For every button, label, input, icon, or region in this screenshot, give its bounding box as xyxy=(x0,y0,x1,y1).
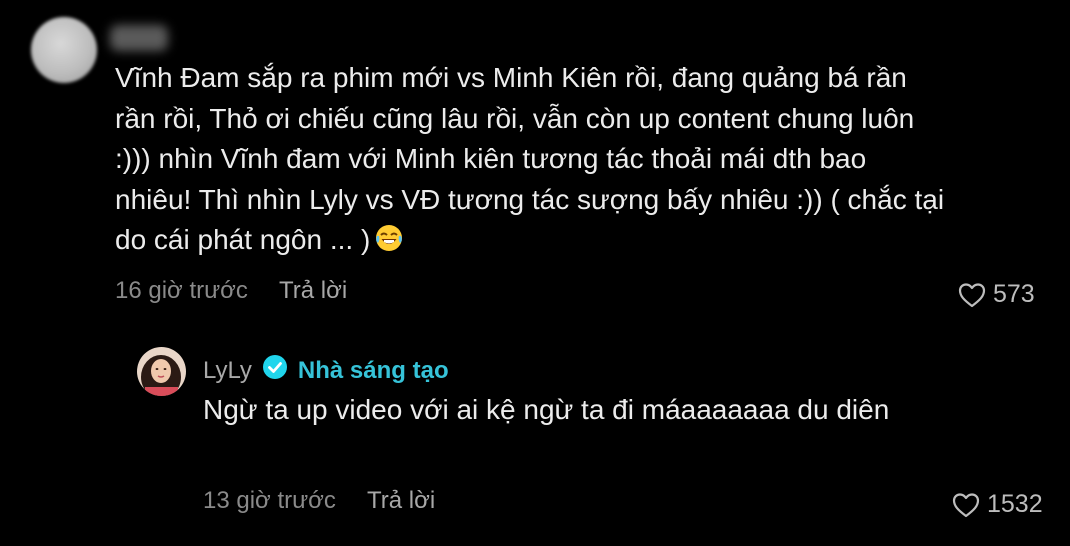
reply-timestamp: 13 giờ trước xyxy=(203,487,336,514)
heart-icon xyxy=(958,282,986,308)
reply-author-avatar[interactable] xyxy=(137,347,186,396)
comment-timestamp: 16 giờ trước xyxy=(115,277,248,304)
comment-like-button[interactable]: 573 xyxy=(958,280,1035,309)
heart-icon xyxy=(952,492,980,518)
comment-reply-button[interactable]: Trả lời xyxy=(279,277,347,305)
tears-of-joy-emoji-icon xyxy=(374,223,404,265)
comment-text: Vĩnh Đam sắp ra phim mới vs Minh Kiên rồ… xyxy=(115,62,945,255)
comment-like-count: 573 xyxy=(993,280,1035,308)
reply-like-count: 1532 xyxy=(987,490,1043,518)
reply-body: Ngừ ta up video với ai kệ ngừ ta đi máaa… xyxy=(203,394,890,425)
reply-author-name[interactable]: LyLy xyxy=(203,357,252,385)
comment-body: Vĩnh Đam sắp ra phim mới vs Minh Kiên rồ… xyxy=(115,58,945,265)
reply-reply-button[interactable]: Trả lời xyxy=(367,487,435,515)
creator-label: Nhà sáng tạo xyxy=(297,356,449,384)
reply-header: LyLy Nhà sáng tạo xyxy=(203,354,449,387)
verified-badge-icon xyxy=(262,354,288,387)
commenter-username-blurred[interactable] xyxy=(110,25,168,51)
reply-like-button[interactable]: 1532 xyxy=(952,490,1043,519)
commenter-avatar[interactable] xyxy=(31,17,97,83)
